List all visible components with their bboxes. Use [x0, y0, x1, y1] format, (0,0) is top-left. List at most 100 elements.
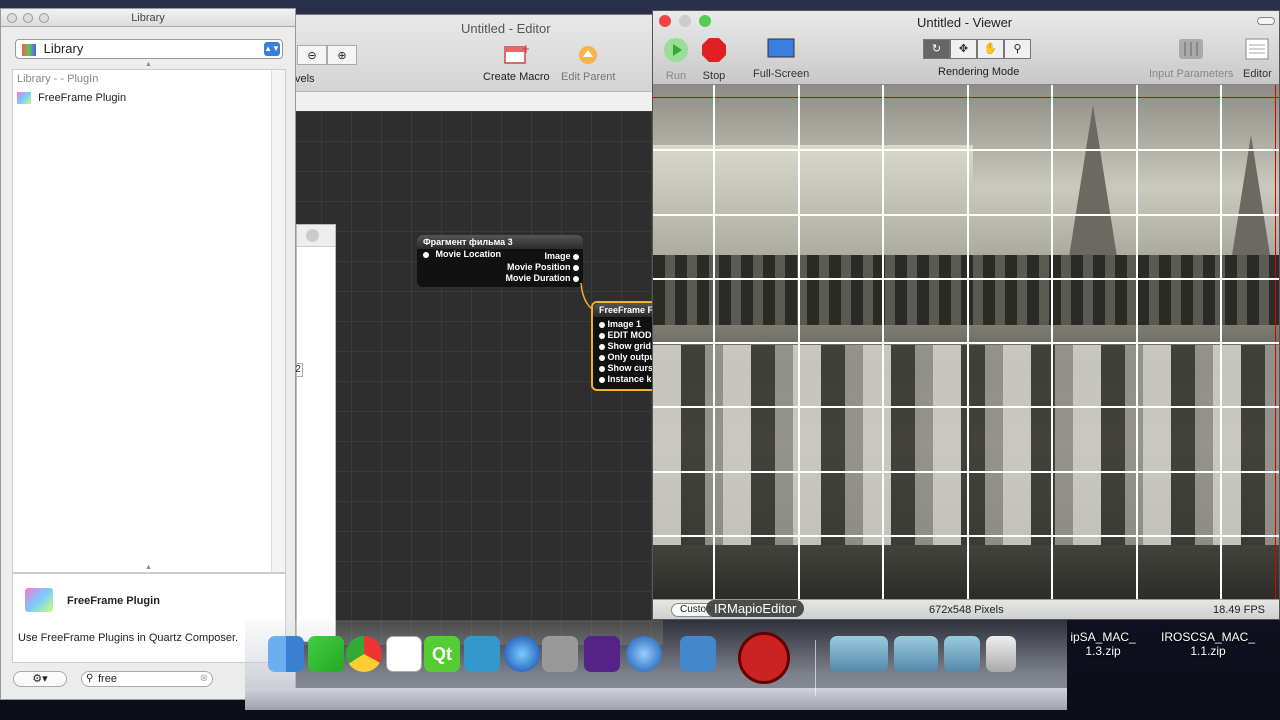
- library-titlebar: Library: [1, 9, 295, 27]
- close-icon[interactable]: [306, 229, 319, 242]
- minimize-button[interactable]: [23, 13, 33, 23]
- clear-icon[interactable]: ⊗: [200, 672, 208, 686]
- viewer-titlebar: Untitled - Viewer Run Stop Full-Screen ↻…: [653, 11, 1279, 85]
- library-path: Library - - PlugIn: [17, 73, 99, 85]
- fullscreen-icon: [753, 37, 809, 64]
- dock-separator: [815, 640, 816, 696]
- movie-patch-title: Фрагмент фильма 3: [417, 235, 583, 249]
- desktop-file-label: ipSA_MAC_ 1.3.zip: [1070, 630, 1136, 658]
- port-dot: [599, 343, 605, 350]
- zoom-button[interactable]: [39, 13, 49, 23]
- viewer-render-area[interactable]: [653, 85, 1279, 599]
- port-label: Movie Duration: [505, 273, 571, 283]
- fps-readout: 18.49 FPS: [1213, 604, 1265, 616]
- close-button[interactable]: [659, 15, 671, 27]
- move-mode-icon[interactable]: ✥: [950, 39, 977, 59]
- documents-folder-icon[interactable]: [894, 636, 938, 672]
- grid-line: [653, 406, 1279, 408]
- library-selector[interactable]: Library ▲▼: [15, 39, 283, 59]
- port-dot: [599, 332, 605, 339]
- boundary-line: [653, 97, 1279, 98]
- app-icon[interactable]: [464, 636, 500, 672]
- rendering-mode-control[interactable]: ↻ ✥ ✋ ⚲: [923, 39, 1031, 59]
- port-label: Image: [544, 251, 571, 261]
- scene-marchers: [653, 345, 1279, 545]
- rotate-mode-icon[interactable]: ↻: [923, 39, 950, 59]
- edit-parent-icon: [575, 43, 601, 67]
- movie-duration-port[interactable]: Movie Duration: [505, 273, 579, 284]
- viewer-window: Untitled - Viewer Run Stop Full-Screen ↻…: [652, 10, 1280, 620]
- downloads-folder-icon[interactable]: [944, 636, 980, 672]
- desktop-file-iroscsa[interactable]: IROSCSA_MAC_ 1.1.zip: [1158, 630, 1258, 658]
- port-dot: [573, 253, 579, 260]
- list-item[interactable]: FreeFrame Plugin: [17, 90, 271, 106]
- movie-patch-outputs: Image Movie Position Movie Duration: [505, 251, 579, 284]
- dock-shelf: [245, 688, 1067, 710]
- scene-crowd: [653, 255, 1279, 325]
- zoom-mode-icon[interactable]: ⚲: [1004, 39, 1031, 59]
- zoom-button[interactable]: [699, 15, 711, 27]
- port-label: EDIT MODE: [607, 330, 658, 340]
- gear-button[interactable]: ⚙▾: [13, 671, 67, 687]
- close-button[interactable]: [7, 13, 17, 23]
- app-icon[interactable]: [308, 636, 344, 672]
- stop-button[interactable]: Stop: [701, 37, 727, 82]
- resize-handle-icon[interactable]: ▲: [145, 564, 152, 571]
- minimize-button[interactable]: [679, 15, 691, 27]
- port-dot: [599, 321, 605, 328]
- library-selector-label: Library: [43, 41, 84, 56]
- fullscreen-button[interactable]: Full-Screen: [753, 37, 809, 80]
- zoom-in-button[interactable]: ⊕: [327, 45, 357, 65]
- search-field[interactable]: ⚲ free ⊗: [81, 671, 213, 687]
- qt-icon[interactable]: Qt: [424, 636, 460, 672]
- resize-handle-icon[interactable]: ▲: [145, 61, 152, 68]
- levels-label: vels: [295, 73, 315, 85]
- patch-canvas[interactable]: Фрагмент фильма 3 Movie Location Image M…: [291, 111, 671, 645]
- editor-path-strip: [291, 91, 663, 111]
- zoom-out-button[interactable]: ⊖: [297, 45, 327, 65]
- plugin-icon: [25, 588, 53, 612]
- create-macro-icon: +: [503, 42, 531, 67]
- editor-label: Editor: [1243, 68, 1272, 80]
- input-parameters-button[interactable]: Input Parameters: [1149, 37, 1233, 80]
- port-dot: [599, 354, 605, 361]
- editor-title: Untitled - Editor: [461, 21, 551, 36]
- search-icon: ⚲: [86, 673, 94, 684]
- dock-tooltip: IRMapioEditor: [706, 600, 805, 617]
- hand-mode-icon[interactable]: ✋: [977, 39, 1004, 59]
- library-panel: Library Library ▲▼ ▲ Library - - PlugIn …: [0, 8, 296, 700]
- chevron-updown-icon: ▲▼: [264, 42, 280, 56]
- grid-line: [653, 149, 1279, 151]
- itunes-icon[interactable]: [504, 636, 540, 672]
- port-label: Instance ke: [607, 374, 657, 384]
- applications-folder-icon[interactable]: [830, 636, 888, 672]
- movie-position-port[interactable]: Movie Position: [505, 262, 579, 273]
- irmapio-icon[interactable]: [738, 632, 790, 684]
- port-dot: [599, 365, 605, 372]
- system-preferences-icon[interactable]: [542, 636, 578, 672]
- desktop-file-ipsa[interactable]: ipSA_MAC_ 1.3.zip: [1068, 630, 1138, 658]
- detail-description: Use FreeFrame Plugins in Quartz Composer…: [18, 632, 239, 644]
- create-macro-label: Create Macro: [483, 71, 550, 83]
- pixel-size-readout: 672x548 Pixels: [929, 604, 1004, 616]
- edit-parent-button[interactable]: Edit Parent: [561, 43, 615, 83]
- app-icon[interactable]: [584, 636, 620, 672]
- app-icon[interactable]: [680, 636, 716, 672]
- detail-name: FreeFrame Plugin: [67, 595, 160, 607]
- editor-button[interactable]: Editor: [1243, 37, 1272, 80]
- input-parameters-label: Input Parameters: [1149, 68, 1234, 80]
- run-button[interactable]: Run: [663, 37, 689, 82]
- port-dot: [573, 264, 579, 271]
- trash-icon[interactable]: [986, 636, 1016, 672]
- library-scrollbar[interactable]: [271, 70, 285, 572]
- grid-line: [653, 278, 1279, 280]
- app-icon[interactable]: [386, 636, 422, 672]
- movie-patch[interactable]: Фрагмент фильма 3 Movie Location Image M…: [417, 235, 583, 287]
- chrome-icon[interactable]: [346, 636, 382, 672]
- toolbar-toggle-button[interactable]: [1257, 17, 1275, 25]
- create-macro-button[interactable]: + Create Macro: [483, 42, 550, 83]
- finder-icon[interactable]: [268, 636, 304, 672]
- port-dot: [423, 251, 429, 258]
- quicktime-icon[interactable]: [626, 636, 662, 672]
- image-output-port[interactable]: Image: [505, 251, 579, 262]
